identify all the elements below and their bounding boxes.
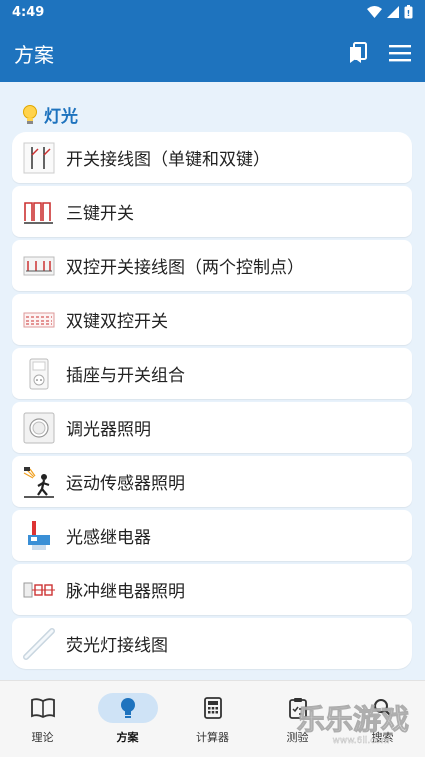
lightbulb-icon — [23, 104, 37, 124]
list-item[interactable]: 荧光灯接线图 — [12, 618, 412, 669]
status-icons: ! — [367, 5, 413, 19]
watermark-logo: 乐乐游戏 www.6ll.com — [289, 697, 417, 751]
item-label: 荧光灯接线图 — [66, 636, 168, 656]
three-gang-switch-diagram-icon — [22, 195, 56, 229]
app-actions — [349, 42, 411, 64]
battery-icon: ! — [404, 5, 413, 19]
signal-icon — [387, 6, 399, 18]
status-bar: 4:49 ! — [0, 0, 425, 24]
item-label: 三键开关 — [66, 204, 134, 224]
item-label: 双键双控开关 — [66, 312, 168, 332]
book-icon — [13, 693, 73, 723]
content-area: 灯光 开关接线图（单键和双键） 三键开关 双控开关接线图（两个控制点） 双键双控… — [0, 82, 425, 680]
nav-label: 计算器 — [196, 731, 229, 744]
list-item[interactable]: 双键双控开关 — [12, 294, 412, 345]
lightbulb-icon — [97, 693, 158, 723]
svg-text:www.6ll.com: www.6ll.com — [333, 736, 390, 746]
app-title: 方案 — [14, 42, 54, 67]
svg-text:!: ! — [407, 9, 411, 18]
pulse-relay-icon — [22, 573, 56, 607]
list-item[interactable]: 运动传感器照明 — [12, 456, 412, 507]
list-item[interactable]: 光感继电器 — [12, 510, 412, 561]
socket-switch-combo-icon — [22, 357, 56, 391]
scheme-list: 开关接线图（单键和双键） 三键开关 双控开关接线图（两个控制点） 双键双控开关 … — [12, 132, 412, 672]
dimmer-knob-icon — [22, 411, 56, 445]
list-item[interactable]: 脉冲继电器照明 — [12, 564, 412, 615]
nav-item-calculator[interactable]: 计算器 — [170, 681, 255, 757]
nav-item-theory[interactable]: 理论 — [0, 681, 85, 757]
list-item[interactable]: 调光器照明 — [12, 402, 412, 453]
two-way-switch-diagram-icon — [22, 249, 56, 283]
menu-icon[interactable] — [389, 44, 411, 62]
item-label: 双控开关接线图（两个控制点） — [66, 258, 304, 278]
fluorescent-tube-icon — [22, 627, 56, 661]
motion-sensor-icon — [22, 465, 56, 499]
section-title: 灯光 — [44, 107, 78, 127]
nav-label: 理论 — [31, 731, 54, 744]
photo-relay-icon — [22, 519, 56, 553]
section-header: 灯光 — [22, 102, 78, 127]
wifi-icon — [367, 6, 382, 18]
single-double-switch-diagram-icon — [22, 141, 56, 175]
item-label: 开关接线图（单键和双键） — [66, 150, 270, 170]
double-two-way-switch-diagram-icon — [22, 303, 56, 337]
app-bar: 方案 — [0, 24, 425, 82]
svg-text:乐乐游戏: 乐乐游戏 — [297, 703, 409, 736]
item-label: 脉冲继电器照明 — [66, 582, 185, 602]
nav-label: 方案 — [116, 731, 139, 744]
item-label: 运动传感器照明 — [66, 474, 185, 494]
status-time: 4:49 — [12, 4, 45, 20]
item-label: 光感继电器 — [66, 528, 151, 548]
list-item[interactable]: 双控开关接线图（两个控制点） — [12, 240, 412, 291]
item-label: 调光器照明 — [66, 420, 151, 440]
list-item[interactable]: 三键开关 — [12, 186, 412, 237]
bookmarks-icon[interactable] — [349, 42, 367, 64]
item-label: 插座与开关组合 — [66, 366, 185, 386]
nav-item-schemes[interactable]: 方案 — [85, 681, 170, 757]
list-item[interactable]: 插座与开关组合 — [12, 348, 412, 399]
list-item[interactable]: 开关接线图（单键和双键） — [12, 132, 412, 183]
calculator-icon — [183, 693, 243, 723]
